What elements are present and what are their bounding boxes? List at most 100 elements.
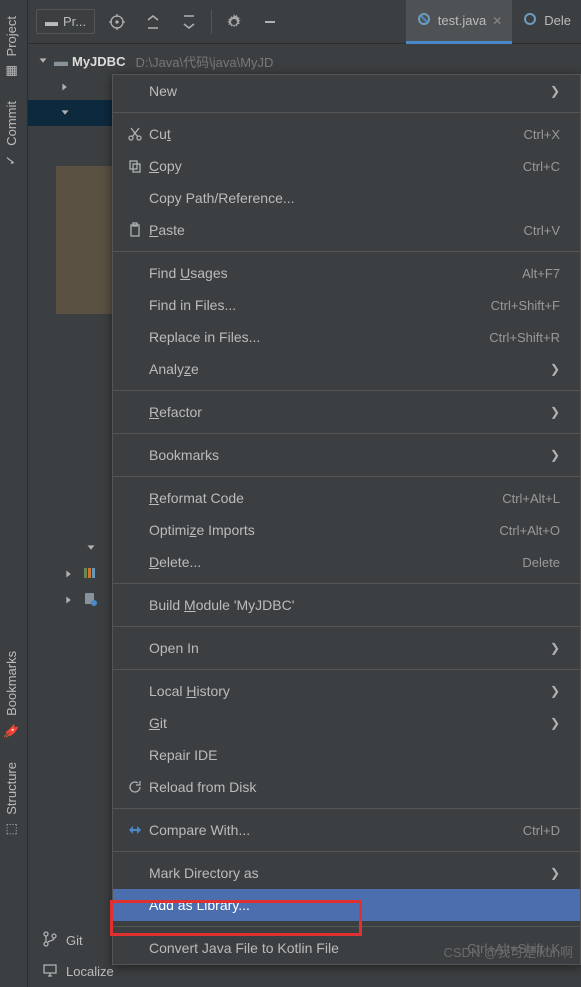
separator (211, 10, 212, 34)
ctx-label: Git (149, 715, 550, 731)
ctx-label: Build Module 'MyJDBC' (149, 597, 560, 613)
watermark: CSDN @我可是ikun啊 (444, 942, 574, 961)
ctx-label: Add as Library... (149, 897, 560, 913)
ctx-reformat[interactable]: Reformat Code Ctrl+Alt+L (113, 482, 580, 514)
ctx-copy[interactable]: Copy Ctrl+C (113, 150, 580, 182)
sidebar-tab-project[interactable]: ▦ Project (0, 4, 23, 89)
separator (113, 808, 580, 809)
ctx-label: Cut (149, 126, 524, 142)
chevron-right-icon: ❯ (550, 362, 560, 376)
chevron-right-icon[interactable] (62, 566, 76, 582)
ctx-shortcut: Ctrl+D (523, 823, 560, 838)
ctx-mark-directory[interactable]: Mark Directory as ❯ (113, 857, 580, 889)
chevron-right-icon: ❯ (550, 866, 560, 880)
ctx-label: Refactor (149, 404, 550, 420)
chevron-down-icon[interactable] (58, 105, 72, 121)
ctx-label: Local History (149, 683, 550, 699)
tree-root[interactable]: ▬ MyJDBC D:\Java\代码\java\MyJD (28, 48, 581, 74)
sidebar-tab-label: Project (4, 16, 19, 56)
expand-icon[interactable] (139, 8, 167, 36)
sidebar-tab-structure[interactable]: ⬚ Structure (0, 750, 23, 848)
bottom-tab-git[interactable]: Git (28, 925, 128, 956)
chevron-right-icon[interactable] (62, 592, 76, 608)
ctx-copy-path[interactable]: Copy Path/Reference... (113, 182, 580, 214)
ctx-replace-in-files[interactable]: Replace in Files... Ctrl+Shift+R (113, 321, 580, 353)
ctx-shortcut: Ctrl+V (524, 223, 560, 238)
scratches-icon (82, 591, 98, 610)
ctx-shortcut: Ctrl+Shift+F (491, 298, 560, 313)
editor-tab-other[interactable]: Dele (512, 0, 581, 44)
chevron-right-icon: ❯ (550, 684, 560, 698)
ctx-local-history[interactable]: Local History ❯ (113, 675, 580, 707)
separator (113, 583, 580, 584)
separator (113, 851, 580, 852)
external-libraries[interactable] (62, 535, 98, 613)
ctx-new[interactable]: New ❯ (113, 75, 580, 107)
java-file-icon (416, 11, 432, 30)
tree-row[interactable] (62, 587, 98, 613)
minimize-icon[interactable] (256, 8, 284, 36)
commit-icon: ✓ (4, 152, 19, 167)
chevron-right-icon: ❯ (550, 448, 560, 462)
separator (113, 669, 580, 670)
gear-icon[interactable] (220, 8, 248, 36)
chevron-down-icon[interactable] (36, 53, 50, 69)
ctx-label: Find Usages (149, 265, 522, 281)
ctx-add-as-library[interactable]: Add as Library... (113, 889, 580, 921)
ctx-optimize-imports[interactable]: Optimize Imports Ctrl+Alt+O (113, 514, 580, 546)
ctx-open-in[interactable]: Open In ❯ (113, 632, 580, 664)
paste-icon (127, 222, 149, 238)
chevron-right-icon[interactable] (58, 79, 72, 95)
ctx-delete[interactable]: Delete... Delete (113, 546, 580, 578)
editor-tab-label: Dele (544, 13, 571, 28)
ctx-cut[interactable]: Cut Ctrl+X (113, 118, 580, 150)
sidebar-tab-commit[interactable]: ✓ Commit (0, 89, 23, 179)
ctx-find-usages[interactable]: Find Usages Alt+F7 (113, 257, 580, 289)
bookmark-icon: 🔖 (4, 723, 20, 738)
separator (113, 626, 580, 627)
tree-root-label: MyJDBC (72, 54, 125, 69)
toolbar: ▬ Pr... test.java ✕ Dele (28, 0, 581, 44)
ctx-analyze[interactable]: Analyze ❯ (113, 353, 580, 385)
ctx-paste[interactable]: Paste Ctrl+V (113, 214, 580, 246)
project-icon: ▦ (4, 62, 19, 77)
ctx-shortcut: Ctrl+Alt+O (499, 523, 560, 538)
cut-icon (127, 126, 149, 142)
reload-icon (127, 779, 149, 795)
ctx-build-module[interactable]: Build Module 'MyJDBC' (113, 589, 580, 621)
separator (113, 390, 580, 391)
ctx-repair-ide[interactable]: Repair IDE (113, 739, 580, 771)
project-tab-label: Pr... (63, 14, 86, 29)
chevron-right-icon: ❯ (550, 405, 560, 419)
structure-icon: ⬚ (4, 821, 19, 836)
bottom-tab-localize[interactable]: Localize (28, 956, 128, 987)
ctx-reload-from-disk[interactable]: Reload from Disk (113, 771, 580, 803)
ctx-find-in-files[interactable]: Find in Files... Ctrl+Shift+F (113, 289, 580, 321)
sidebar-tab-bookmarks[interactable]: 🔖 Bookmarks (0, 639, 23, 750)
ctx-label: Analyze (149, 361, 550, 377)
ctx-bookmarks[interactable]: Bookmarks ❯ (113, 439, 580, 471)
ctx-label: Convert Java File to Kotlin File (149, 940, 467, 956)
ctx-label: Replace in Files... (149, 329, 489, 345)
sidebar-tab-label: Structure (4, 762, 19, 815)
ctx-git[interactable]: Git ❯ (113, 707, 580, 739)
editor-tab-test[interactable]: test.java ✕ (406, 0, 512, 44)
project-toolwindow-tab[interactable]: ▬ Pr... (36, 9, 95, 34)
close-icon[interactable]: ✕ (492, 14, 502, 28)
ctx-compare-with[interactable]: Compare With... Ctrl+D (113, 814, 580, 846)
chevron-down-icon[interactable] (84, 540, 98, 556)
target-icon[interactable] (103, 8, 131, 36)
separator (113, 476, 580, 477)
sidebar-tab-label: Commit (4, 101, 19, 146)
library-icon (82, 565, 98, 584)
folder-icon: ▬ (45, 14, 58, 29)
sidebar-tab-label: Bookmarks (4, 651, 19, 716)
compare-icon (127, 822, 149, 838)
ctx-shortcut: Ctrl+C (523, 159, 560, 174)
tree-row[interactable] (62, 561, 98, 587)
copy-icon (127, 158, 149, 174)
collapse-icon[interactable] (175, 8, 203, 36)
bottom-tab-label: Git (66, 933, 83, 948)
ctx-refactor[interactable]: Refactor ❯ (113, 396, 580, 428)
separator (113, 926, 580, 927)
